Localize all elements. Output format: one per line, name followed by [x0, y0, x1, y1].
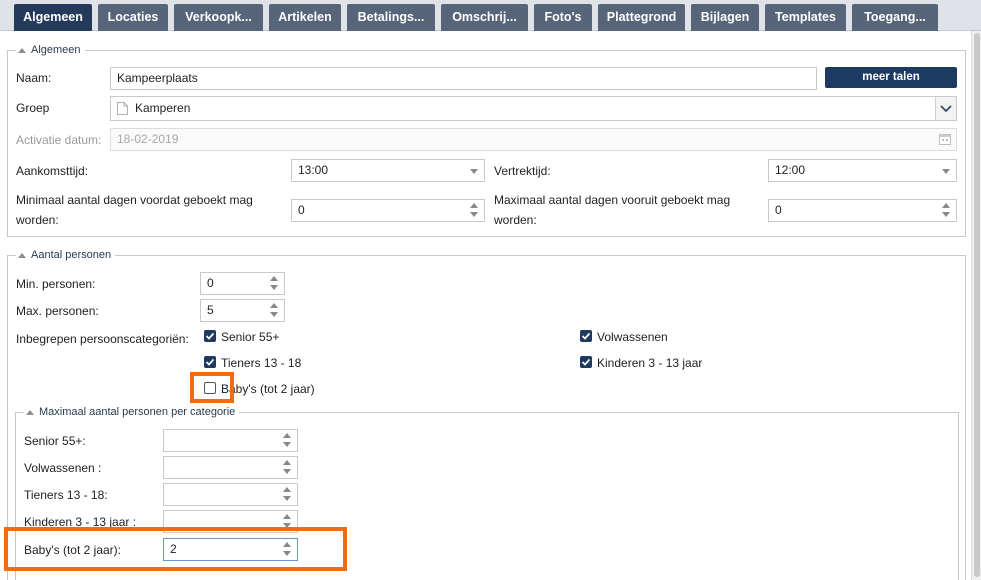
max-kinderen-input[interactable] [163, 510, 298, 533]
spinner-arrows-icon[interactable] [942, 203, 951, 218]
max-per-category-legend-label: Maximaal aantal personen per categorie [39, 406, 236, 418]
departure-time-label: Vertrektijd: [494, 164, 551, 178]
scrollbar-thumb[interactable] [974, 33, 980, 577]
spinner-arrows-icon[interactable] [283, 433, 292, 448]
tab-omschrijving[interactable]: Omschrij... [441, 4, 528, 31]
arrival-time-select[interactable]: 13:00 [291, 159, 485, 182]
max-babys-input[interactable]: 2 [163, 538, 298, 561]
tab-fotos[interactable]: Foto's [534, 4, 592, 31]
tab-bijlagen[interactable]: Bijlagen [691, 4, 759, 31]
name-label: Naam: [16, 71, 52, 85]
category-tieners-label[interactable]: Tieners 13 - 18 [221, 356, 301, 370]
checkbox-kinderen[interactable] [580, 356, 592, 368]
checkmark-icon [581, 358, 591, 366]
max-tieners-label: Tieners 13 - 18: [24, 488, 108, 502]
spinner-arrows-icon[interactable] [270, 303, 279, 318]
spinner-arrows-icon[interactable] [283, 542, 292, 557]
max-persons-label: Max. personen: [16, 304, 99, 318]
collapse-triangle-icon [18, 47, 26, 53]
tab-plattegrond[interactable]: Plattegrond [598, 4, 685, 31]
category-kinderen-label[interactable]: Kinderen 3 - 13 jaar [597, 356, 702, 370]
checkmark-icon [205, 332, 215, 340]
arrival-time-value: 13:00 [298, 163, 329, 177]
min-persons-label: Min. personen: [16, 277, 96, 291]
min-persons-value: 0 [207, 276, 214, 290]
max-babys-label: Baby's (tot 2 jaar): [24, 543, 121, 557]
max-senior-input[interactable] [163, 429, 298, 452]
max-senior-label: Senior 55+: [24, 434, 86, 448]
checkbox-senior[interactable] [204, 330, 216, 342]
tab-verkoopkanalen[interactable]: Verkoopk... [174, 4, 263, 31]
max-per-category-fieldset: Maximaal aantal personen per categorie [15, 405, 959, 580]
persons-legend[interactable]: Aantal personen [16, 248, 116, 262]
spinner-arrows-icon[interactable] [283, 487, 292, 502]
activation-date-value: 18-02-2019 [117, 132, 179, 146]
tab-toegang[interactable]: Toegang... [852, 4, 938, 31]
collapse-triangle-icon [26, 409, 34, 415]
tab-betalingen[interactable]: Betalings... [347, 4, 435, 31]
name-input[interactable]: Kampeerplaats [110, 67, 817, 90]
max-persons-value: 5 [207, 303, 214, 317]
tab-locaties[interactable]: Locaties [98, 4, 168, 31]
category-volwassenen-label[interactable]: Volwassenen [597, 330, 668, 344]
tab-templates[interactable]: Templates [765, 4, 846, 31]
group-dropdown-toggle[interactable] [935, 97, 956, 120]
min-days-value: 0 [298, 203, 305, 217]
max-kinderen-label: Kinderen 3 - 13 jaar : [24, 515, 137, 529]
caret-down-icon [942, 169, 950, 174]
general-legend[interactable]: Algemeen [16, 43, 85, 57]
tab-algemeen[interactable]: Algemeen [14, 4, 92, 31]
departure-time-value: 12:00 [775, 163, 806, 177]
min-persons-input[interactable]: 0 [200, 272, 285, 295]
max-volwassenen-input[interactable] [163, 456, 298, 479]
max-babys-value: 2 [170, 542, 177, 556]
max-tieners-input[interactable] [163, 483, 298, 506]
arrival-time-label: Aankomsttijd: [16, 164, 89, 178]
tab-artikelen[interactable]: Artikelen [269, 4, 341, 31]
max-volwassenen-label: Volwassenen : [24, 461, 102, 475]
group-select[interactable]: Kamperen [110, 96, 957, 121]
chevron-down-icon [940, 105, 952, 113]
document-icon [117, 102, 128, 115]
group-select-value: Kamperen [135, 101, 191, 115]
spinner-arrows-icon[interactable] [270, 276, 279, 291]
departure-time-select[interactable]: 12:00 [768, 159, 957, 182]
min-days-input[interactable]: 0 [291, 199, 485, 222]
max-days-value: 0 [775, 203, 782, 217]
persons-legend-label: Aantal personen [31, 249, 112, 261]
spinner-arrows-icon[interactable] [283, 460, 292, 475]
caret-down-icon [470, 169, 478, 174]
min-days-label: Minimaal aantal dagen voordat geboekt ma… [16, 193, 253, 227]
activation-date-label: Activatie datum: [16, 133, 102, 147]
spinner-arrows-icon[interactable] [283, 514, 292, 529]
spinner-arrows-icon[interactable] [470, 203, 479, 218]
max-days-label: Maximaal aantal dagen vooruit geboekt ma… [494, 193, 731, 227]
checkbox-tieners[interactable] [204, 356, 216, 368]
checkbox-babys[interactable] [204, 382, 216, 394]
vertical-scrollbar[interactable] [971, 31, 981, 580]
general-legend-label: Algemeen [31, 44, 81, 56]
max-days-input[interactable]: 0 [768, 199, 957, 222]
activation-date-input[interactable]: 18-02-2019 [110, 128, 957, 151]
category-babys-label[interactable]: Baby's (tot 2 jaar) [221, 382, 315, 396]
checkmark-icon [205, 358, 215, 366]
group-label: Groep [16, 101, 50, 115]
checkbox-volwassenen[interactable] [580, 330, 592, 342]
category-senior-label[interactable]: Senior 55+ [221, 330, 279, 344]
checkmark-icon [581, 332, 591, 340]
collapse-triangle-icon [18, 252, 26, 258]
max-per-category-legend[interactable]: Maximaal aantal personen per categorie [24, 405, 240, 419]
tab-bar: Algemeen Locaties Verkoopk... Artikelen … [0, 0, 981, 31]
more-languages-button[interactable]: meer talen [825, 67, 957, 88]
categories-label: Inbegrepen persoonscategoriën: [16, 332, 189, 346]
max-persons-input[interactable]: 5 [200, 299, 285, 322]
calendar-icon[interactable] [939, 133, 951, 145]
